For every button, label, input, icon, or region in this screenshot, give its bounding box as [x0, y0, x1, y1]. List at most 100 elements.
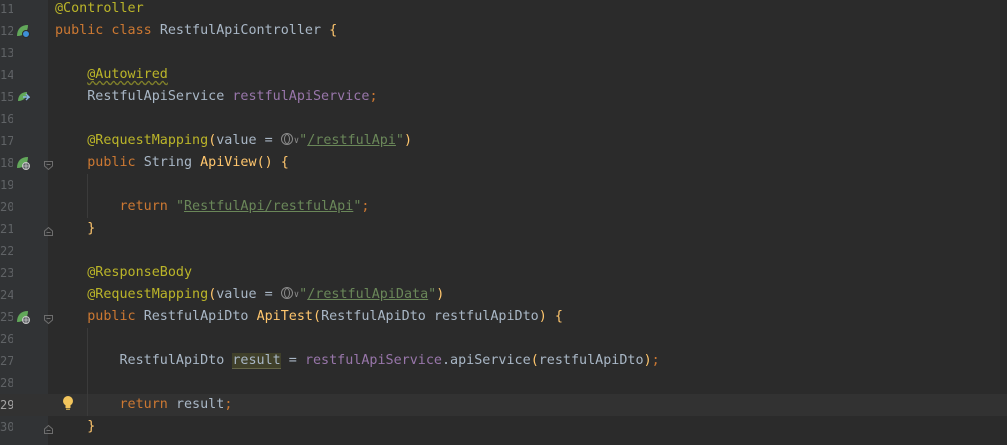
line-number: 25	[0, 310, 13, 324]
line-number: 26	[0, 332, 13, 346]
line-number: 16	[0, 112, 13, 126]
code-token: }	[87, 419, 96, 434]
code-text[interactable]: return result;	[55, 394, 233, 416]
line-number: 22	[0, 244, 13, 258]
code-token: String	[143, 155, 201, 170]
fold-open-icon[interactable]	[44, 313, 53, 325]
code-text[interactable]: @Autowired	[55, 64, 168, 86]
code-line[interactable]: 20 return "RestfulApi/restfulApi";	[0, 196, 1007, 218]
url-globe-icon[interactable]: ∨	[280, 133, 299, 148]
code-text[interactable]: @Controller	[55, 0, 144, 20]
code-line[interactable]: 28	[0, 372, 1007, 394]
code-text[interactable]: RestfulApiService restfulApiService;	[55, 86, 377, 108]
code-token: @Autowired	[87, 67, 168, 82]
fold-open-icon[interactable]	[44, 159, 53, 171]
indent-guide	[87, 174, 88, 218]
code-text[interactable]: public RestfulApiDto ApiTest(RestfulApiD…	[55, 306, 563, 328]
code-text[interactable]: public class RestfulApiController {	[55, 20, 337, 42]
code-token: }	[87, 221, 96, 236]
request-mapping-icon[interactable]	[16, 156, 30, 170]
code-token: value =	[216, 287, 281, 302]
code-token: ;	[651, 353, 660, 368]
code-token: ApiTest	[256, 309, 313, 324]
code-text[interactable]: RestfulApiDto result = restfulApiService…	[55, 350, 660, 372]
code-editor[interactable]: 11 @Controller 12 public class RestfulApiCo…	[0, 0, 1007, 445]
code-token: () {	[256, 155, 289, 170]
code-line[interactable]: 12 public class RestfulApiController {	[0, 20, 1007, 42]
code-token: public	[87, 309, 144, 324]
code-token: RestfulApiDto restfulApiDto	[321, 309, 539, 324]
code-line[interactable]: 21 }	[0, 218, 1007, 240]
code-line[interactable]: 25 public RestfulApiDto ApiTest(RestfulA…	[0, 306, 1007, 328]
code-token: public	[87, 155, 144, 170]
code-line[interactable]: 18 public String ApiView() {	[0, 152, 1007, 174]
code-token: "	[395, 133, 404, 148]
code-text[interactable]: return "RestfulApi/restfulApi";	[55, 196, 370, 218]
code-line[interactable]: 16	[0, 108, 1007, 130]
line-number: 11	[0, 2, 13, 16]
code-line[interactable]: 15 RestfulApiService restfulApiService;	[0, 86, 1007, 108]
code-token: )	[643, 353, 652, 368]
code-token: (	[530, 353, 539, 368]
autowired-navigate-icon[interactable]	[16, 90, 31, 104]
code-token: return	[119, 397, 176, 412]
code-line[interactable]: 26	[0, 328, 1007, 350]
code-text[interactable]: public String ApiView() {	[55, 152, 289, 174]
line-number: 23	[0, 266, 13, 280]
spring-bean-icon[interactable]	[16, 24, 30, 38]
line-number: 18	[0, 156, 13, 170]
line-number: 17	[0, 134, 13, 148]
line-number: 28	[0, 376, 13, 390]
code-line[interactable]: 13	[0, 42, 1007, 64]
code-text[interactable]: }	[55, 416, 95, 438]
code-token: @RequestMapping	[87, 133, 209, 148]
code-token: .apiService	[442, 353, 531, 368]
code-token: ;	[361, 199, 370, 214]
code-line[interactable]: 29 return result;	[0, 394, 1007, 416]
line-number: 30	[0, 420, 13, 434]
code-token: @Controller	[55, 1, 144, 16]
code-text[interactable]: @RequestMapping(value = ∨"/restfulApiDat…	[55, 284, 444, 306]
code-line[interactable]: 17 @RequestMapping(value = ∨"/restfulApi…	[0, 130, 1007, 152]
code-line[interactable]: 23 @ResponseBody	[0, 262, 1007, 284]
fold-close-icon[interactable]	[44, 423, 53, 434]
indent-guide	[87, 328, 88, 416]
code-line[interactable]: 11 @Controller	[0, 0, 1007, 20]
code-token: restfulApiService	[304, 353, 442, 368]
code-token: )	[436, 287, 445, 302]
request-mapping-icon[interactable]	[16, 310, 30, 324]
line-number: 19	[0, 178, 13, 192]
code-token: )	[403, 133, 413, 148]
code-token: ) {	[538, 309, 563, 324]
code-line[interactable]: 30 }	[0, 416, 1007, 438]
line-number: 12	[0, 24, 13, 38]
code-token: RestfulApi/restfulApi	[184, 199, 354, 214]
code-token: restfulApiDto	[538, 353, 644, 368]
url-globe-icon[interactable]: ∨	[280, 287, 299, 302]
code-line[interactable]: 27 RestfulApiDto result = restfulApiServ…	[0, 350, 1007, 372]
code-token: ApiView	[200, 155, 257, 170]
code-line[interactable]: 24 @RequestMapping(value = ∨"/restfulApi…	[0, 284, 1007, 306]
code-token: "	[175, 199, 184, 214]
code-text[interactable]: @ResponseBody	[55, 262, 192, 284]
code-text[interactable]: }	[55, 218, 95, 240]
code-token: RestfulApiDto	[55, 353, 233, 368]
code-line[interactable]: 14 @Autowired	[0, 64, 1007, 86]
code-line[interactable]: 19	[0, 174, 1007, 196]
code-token: @RequestMapping	[87, 287, 209, 302]
code-token: result	[232, 353, 281, 369]
code-text[interactable]: @RequestMapping(value = ∨"/restfulApi")	[55, 130, 412, 152]
lightbulb-icon[interactable]	[62, 395, 74, 411]
line-number: 21	[0, 222, 13, 236]
fold-close-icon[interactable]	[44, 225, 53, 236]
code-token: RestfulApiController	[159, 23, 330, 38]
code-token: RestfulApiDto	[143, 309, 257, 324]
code-line[interactable]: 22	[0, 240, 1007, 262]
line-number: 29	[0, 398, 13, 412]
